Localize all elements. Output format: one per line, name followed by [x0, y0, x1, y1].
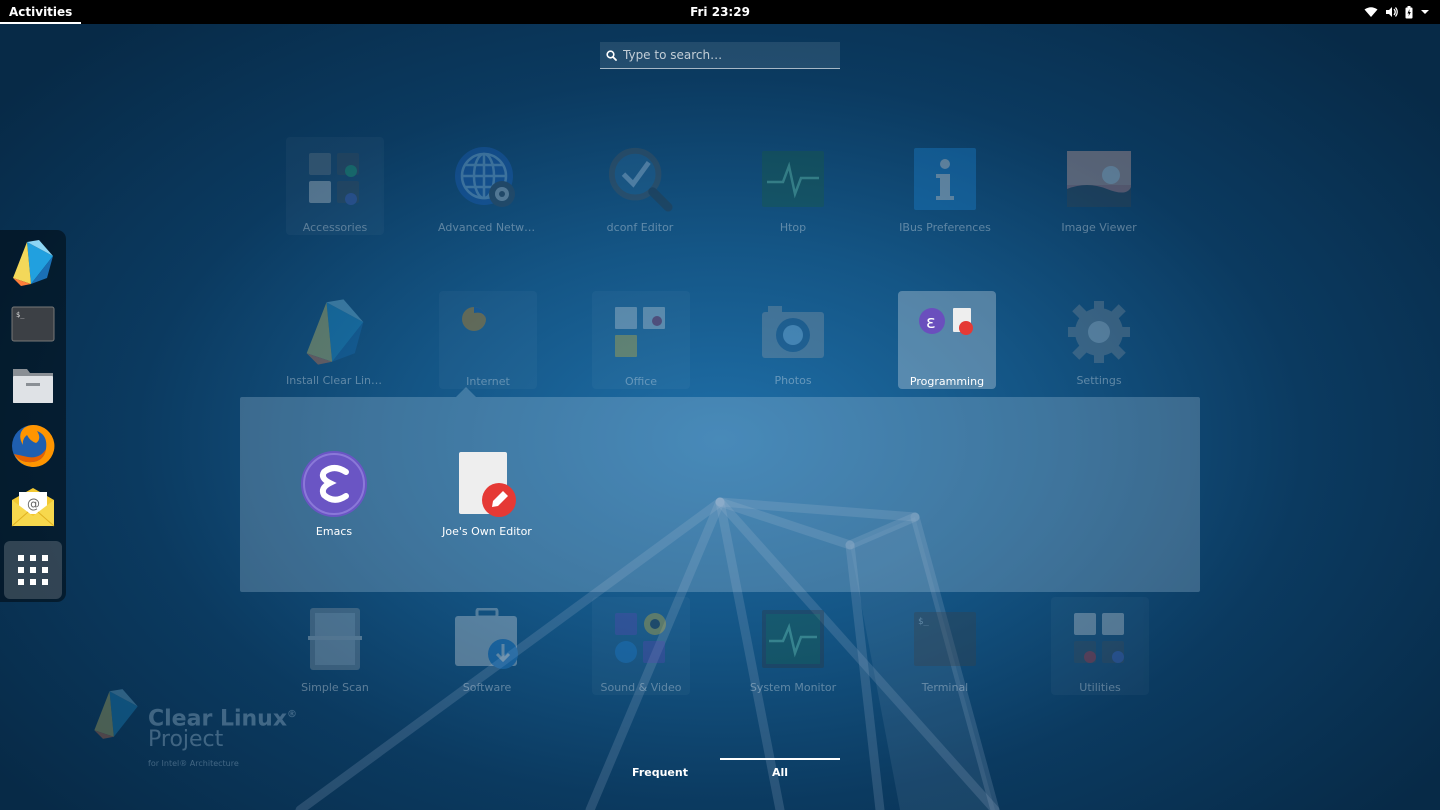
- app-label: Advanced Netwo…: [438, 221, 536, 234]
- folder-popup-pointer: [456, 387, 476, 397]
- app-software[interactable]: Software: [438, 597, 536, 695]
- app-ibus-preferences[interactable]: IBus Preferences: [896, 137, 994, 235]
- clear-linux-logo-icon: [94, 689, 138, 739]
- app-system-monitor[interactable]: System Monitor: [744, 597, 842, 695]
- activities-button[interactable]: Activities: [0, 0, 82, 24]
- info-icon: [914, 148, 976, 210]
- app-label: Software: [462, 681, 512, 694]
- dash-item-terminal[interactable]: $_: [4, 295, 62, 353]
- image-icon: [1067, 151, 1131, 207]
- app-folder-utilities[interactable]: Utilities: [1051, 597, 1149, 695]
- text-editor-icon: [459, 452, 516, 517]
- clock-label[interactable]: Fri 23:29: [690, 5, 750, 19]
- app-label: Programming: [909, 375, 985, 388]
- terminal-icon: $_: [914, 612, 976, 666]
- logo-tagline: for Intel® Architecture: [148, 759, 239, 768]
- app-label: Emacs: [315, 525, 353, 538]
- gear-icon: [1068, 301, 1130, 363]
- scanner-icon: [308, 608, 362, 670]
- emacs-icon: [301, 451, 367, 517]
- folder-icon: [13, 369, 53, 403]
- volume-icon: [1386, 7, 1398, 17]
- network-globe-icon: [455, 147, 515, 207]
- app-label: Joe's Own Editor: [442, 525, 532, 538]
- chevron-down-icon: [1421, 10, 1429, 14]
- folder-programming-icon: ε: [919, 308, 973, 335]
- app-label: Office: [624, 375, 658, 388]
- app-folder-internet[interactable]: Internet: [439, 291, 537, 389]
- dconf-magnifier-icon: [608, 147, 673, 212]
- app-folder-programming[interactable]: ε Programming: [898, 291, 996, 389]
- dash-item-firefox[interactable]: [4, 417, 62, 475]
- firefox-icon: [12, 424, 55, 467]
- clear-linux-icon: [306, 299, 364, 365]
- app-folder-sound-video[interactable]: Sound & Video: [592, 597, 690, 695]
- folder-sound-video-icon: [615, 613, 666, 663]
- software-bag-icon: [455, 608, 518, 669]
- app-htop[interactable]: Htop: [744, 137, 842, 235]
- svg-text:@: @: [27, 497, 40, 512]
- dash-item-files[interactable]: [4, 356, 62, 414]
- app-dconf-editor[interactable]: dconf Editor: [591, 137, 689, 235]
- wifi-icon: [1364, 7, 1378, 17]
- app-install-clear-linux[interactable]: Install Clear Linu…: [286, 290, 384, 388]
- app-label: Htop: [779, 221, 807, 234]
- search-box[interactable]: [600, 42, 840, 69]
- svg-text:$_: $_: [918, 617, 929, 627]
- app-photos[interactable]: Photos: [744, 290, 842, 388]
- top-bar: Activities Fri 23:29: [0, 0, 1440, 24]
- app-folder-accessories[interactable]: Accessories: [286, 137, 384, 235]
- htop-icon: [762, 151, 824, 207]
- app-label: Internet: [466, 375, 510, 388]
- terminal-icon: $_: [11, 306, 55, 342]
- app-folder-office[interactable]: Office: [592, 291, 690, 389]
- app-grid-icon: [18, 555, 48, 585]
- mail-icon: @: [11, 488, 55, 527]
- camera-icon: [762, 306, 824, 358]
- search-input[interactable]: [623, 48, 840, 62]
- dash-item-clear-linux-installer[interactable]: [4, 234, 62, 292]
- app-joes-own-editor[interactable]: Joe's Own Editor: [437, 449, 537, 549]
- app-label: Image Viewer: [1061, 221, 1137, 234]
- app-terminal[interactable]: $_ Terminal: [896, 597, 994, 695]
- app-label: Utilities: [1079, 681, 1121, 694]
- app-label: System Monitor: [749, 681, 837, 694]
- system-tray[interactable]: [1364, 0, 1430, 24]
- logo-sub: Project: [148, 727, 224, 752]
- tab-all[interactable]: All: [720, 758, 840, 786]
- dash: $_ @: [0, 230, 66, 602]
- app-label: IBus Preferences: [899, 221, 991, 234]
- folder-popup-programming: Emacs Joe's Own Editor: [240, 397, 1200, 592]
- system-monitor-icon: [762, 610, 824, 668]
- app-label: Install Clear Linu…: [286, 374, 384, 387]
- app-label: Terminal: [921, 681, 969, 694]
- app-label: Settings: [1076, 374, 1122, 387]
- app-settings[interactable]: Settings: [1050, 290, 1148, 388]
- battery-icon: [1405, 5, 1413, 18]
- svg-text:$_: $_: [16, 311, 25, 319]
- dash-item-mail[interactable]: @: [4, 478, 62, 536]
- folder-office-icon: [615, 307, 665, 357]
- svg-text:ε: ε: [926, 312, 936, 333]
- clock: Fri 23:29: [0, 0, 1440, 24]
- folder-accessories-icon: [309, 153, 359, 205]
- app-label: Sound & Video: [600, 681, 682, 694]
- clear-linux-icon: [13, 240, 53, 286]
- app-image-viewer[interactable]: Image Viewer: [1050, 137, 1148, 235]
- app-emacs[interactable]: Emacs: [284, 449, 384, 549]
- app-label: Photos: [774, 374, 812, 387]
- folder-internet-icon: [462, 307, 486, 331]
- folder-utilities-icon: [1074, 613, 1124, 663]
- clear-linux-watermark: Clear Linux® Project for Intel® Architec…: [90, 675, 310, 775]
- search-icon: [606, 49, 617, 61]
- app-label: dconf Editor: [606, 221, 674, 234]
- tab-frequent[interactable]: Frequent: [600, 760, 720, 786]
- dash-show-applications-button[interactable]: [4, 541, 62, 599]
- app-label: Accessories: [302, 221, 368, 234]
- app-advanced-network[interactable]: Advanced Netwo…: [438, 137, 536, 235]
